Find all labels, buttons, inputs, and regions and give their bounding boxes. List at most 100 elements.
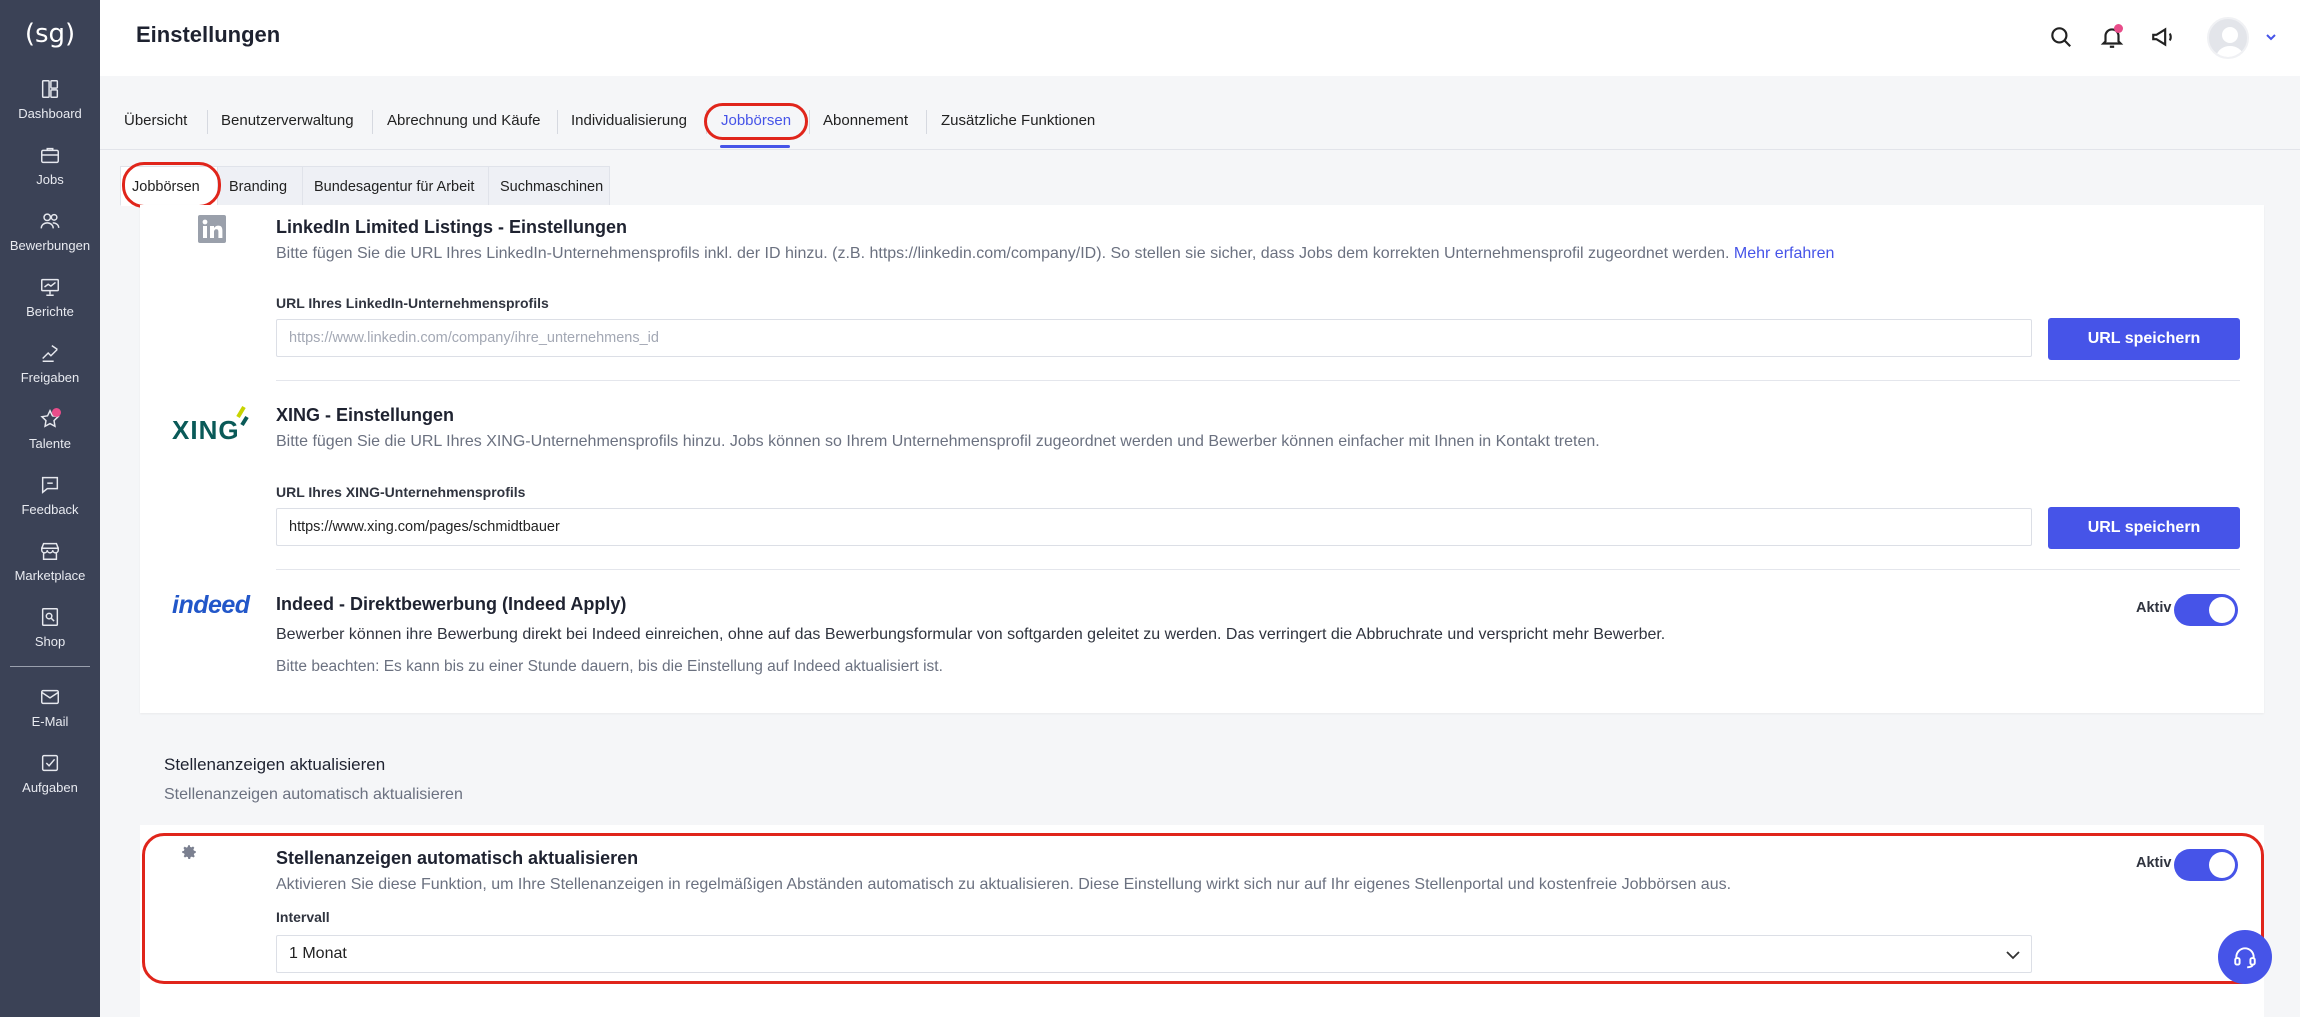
xing-url-input[interactable] bbox=[276, 508, 2032, 546]
megaphone-icon[interactable] bbox=[2150, 24, 2176, 50]
users-icon bbox=[40, 213, 60, 229]
subtab-suchmaschinen[interactable]: Suchmaschinen bbox=[488, 166, 610, 206]
sidebar-item-shop[interactable]: Shop bbox=[0, 606, 100, 666]
sidebar-item-label: Freigaben bbox=[20, 370, 80, 385]
top-bar: Einstellungen bbox=[100, 0, 2300, 76]
auto-refresh-title: Stellenanzeigen automatisch aktualisiere… bbox=[276, 848, 639, 868]
sidebar: (sg) Dashboard Jobs Bewerbungen Berichte… bbox=[0, 0, 100, 1017]
chevron-down-icon[interactable] bbox=[2264, 30, 2278, 44]
xing-title: XING - Einstellungen bbox=[276, 405, 455, 425]
xing-description: Bitte fügen Sie die URL Ihres XING-Unter… bbox=[276, 433, 1600, 450]
jobboards-panel: LinkedIn Limited Listings - Einstellunge… bbox=[140, 205, 2264, 713]
sidebar-item-label: Shop bbox=[34, 634, 66, 649]
avatar[interactable] bbox=[2207, 17, 2249, 59]
sidebar-item-freigaben[interactable]: Freigaben bbox=[0, 342, 100, 402]
subtab-bundesagentur[interactable]: Bundesagentur für Arbeit bbox=[302, 166, 489, 206]
sidebar-item-label: Dashboard bbox=[18, 106, 82, 121]
gear-icon bbox=[182, 845, 196, 859]
sidebar-item-label: Aufgaben bbox=[22, 780, 78, 795]
divider bbox=[276, 569, 2240, 570]
store-icon bbox=[41, 542, 59, 560]
tab-zusaetzliche-funktionen[interactable]: Zusätzliche Funktionen bbox=[941, 112, 1095, 129]
sidebar-item-berichte[interactable]: Berichte bbox=[0, 276, 100, 336]
search-icon[interactable] bbox=[2048, 24, 2074, 50]
tab-abonnement[interactable]: Abonnement bbox=[823, 112, 908, 129]
divider bbox=[276, 380, 2240, 381]
linkedin-save-button[interactable]: URL speichern bbox=[2048, 318, 2240, 360]
tab-uebersicht[interactable]: Übersicht bbox=[124, 112, 187, 129]
xing-url-label: URL Ihres XING-Unternehmensprofils bbox=[276, 484, 526, 500]
sidebar-divider bbox=[10, 666, 90, 667]
main-tabs: Übersicht Benutzerverwaltung Abrechnung … bbox=[100, 96, 2300, 150]
linkedin-description: Bitte fügen Sie die URL Ihres LinkedIn-U… bbox=[276, 245, 1834, 263]
refresh-section-title: Stellenanzeigen aktualisieren bbox=[164, 755, 386, 774]
tab-divider bbox=[207, 110, 208, 134]
toggle-label: Aktiv bbox=[2136, 855, 2172, 871]
indeed-toggle[interactable] bbox=[2174, 594, 2238, 626]
auto-refresh-panel: Stellenanzeigen automatisch aktualisiere… bbox=[140, 825, 2264, 1017]
sidebar-item-talente[interactable]: Talente bbox=[0, 408, 100, 468]
chat-icon bbox=[41, 476, 59, 494]
sidebar-item-label: Feedback bbox=[21, 502, 79, 517]
notification-dot bbox=[2114, 24, 2123, 33]
app-logo[interactable]: (sg) bbox=[24, 14, 76, 54]
help-chat-button[interactable] bbox=[2218, 930, 2272, 984]
sidebar-item-dashboard[interactable]: Dashboard bbox=[0, 78, 100, 138]
sidebar-item-aufgaben[interactable]: Aufgaben bbox=[0, 752, 100, 812]
tab-benutzerverwaltung[interactable]: Benutzerverwaltung bbox=[221, 112, 354, 129]
sidebar-item-email[interactable]: E-Mail bbox=[0, 686, 100, 746]
subtab-jobboersen[interactable]: Jobbörsen bbox=[120, 166, 218, 206]
indeed-logo: indeed bbox=[172, 591, 250, 619]
toggle-knob bbox=[2209, 852, 2235, 878]
linkedin-url-input[interactable] bbox=[276, 319, 2032, 357]
tab-divider bbox=[809, 110, 810, 134]
linkedin-url-label: URL Ihres LinkedIn-Unternehmensprofils bbox=[276, 295, 549, 311]
sidebar-item-label: Berichte bbox=[26, 304, 74, 319]
sidebar-item-bewerbungen[interactable]: Bewerbungen bbox=[0, 210, 100, 270]
shop-search-icon bbox=[41, 608, 59, 626]
linkedin-title: LinkedIn Limited Listings - Einstellunge… bbox=[276, 217, 628, 237]
sidebar-item-label: Marketplace bbox=[14, 568, 86, 583]
checkbox-icon bbox=[41, 754, 59, 772]
notification-dot bbox=[52, 408, 61, 417]
sidebar-item-label: Talente bbox=[29, 436, 71, 451]
sidebar-item-feedback[interactable]: Feedback bbox=[0, 474, 100, 534]
indeed-toggle-group: Aktiv bbox=[2136, 594, 2240, 626]
indeed-note: Bitte beachten: Es kann bis zu einer Stu… bbox=[276, 658, 943, 675]
tab-abrechnung[interactable]: Abrechnung und Käufe bbox=[387, 112, 540, 129]
approval-hand-icon bbox=[42, 345, 58, 362]
mehr-erfahren-link[interactable]: Mehr erfahren bbox=[1734, 245, 1835, 262]
linkedin-description-text: Bitte fügen Sie die URL Ihres LinkedIn-U… bbox=[276, 245, 1730, 262]
refresh-section-subtitle: Stellenanzeigen automatisch aktualisiere… bbox=[164, 786, 463, 803]
interval-select[interactable]: 1 Monat bbox=[276, 935, 2032, 973]
notifications-button[interactable] bbox=[2099, 24, 2125, 50]
xing-logo: XING bbox=[172, 405, 254, 445]
sidebar-item-marketplace[interactable]: Marketplace bbox=[0, 540, 100, 600]
active-tab-indicator bbox=[720, 145, 790, 148]
toggle-knob bbox=[2209, 597, 2235, 623]
subtab-branding[interactable]: Branding bbox=[217, 166, 303, 206]
tab-divider bbox=[557, 110, 558, 134]
auto-refresh-description: Aktivieren Sie diese Funktion, um Ihre S… bbox=[276, 876, 1732, 893]
tab-jobboersen[interactable]: Jobbörsen bbox=[721, 112, 791, 129]
toggle-label: Aktiv bbox=[2136, 600, 2172, 616]
xing-save-button[interactable]: URL speichern bbox=[2048, 507, 2240, 549]
tab-divider bbox=[706, 110, 707, 134]
sidebar-item-label: Bewerbungen bbox=[9, 238, 91, 253]
xing-x-mark bbox=[236, 405, 249, 427]
dashboard-icon bbox=[41, 80, 59, 98]
support-headset-icon bbox=[2234, 947, 2256, 969]
tab-divider bbox=[372, 110, 373, 134]
indeed-title: Indeed - Direktbewerbung (Indeed Apply) bbox=[276, 594, 627, 614]
chevron-down-icon bbox=[2006, 951, 2020, 960]
xing-logo-text: XING bbox=[172, 415, 240, 445]
tab-individualisierung[interactable]: Individualisierung bbox=[571, 112, 687, 129]
linkedin-logo bbox=[198, 215, 226, 243]
auto-refresh-toggle[interactable] bbox=[2174, 849, 2238, 881]
sidebar-item-label: Jobs bbox=[36, 172, 64, 187]
sidebar-item-jobs[interactable]: Jobs bbox=[0, 144, 100, 204]
presentation-chart-icon bbox=[41, 278, 59, 296]
interval-label: Intervall bbox=[276, 909, 330, 925]
page-title: Einstellungen bbox=[136, 22, 281, 47]
interval-selected-value: 1 Monat bbox=[289, 945, 347, 962]
